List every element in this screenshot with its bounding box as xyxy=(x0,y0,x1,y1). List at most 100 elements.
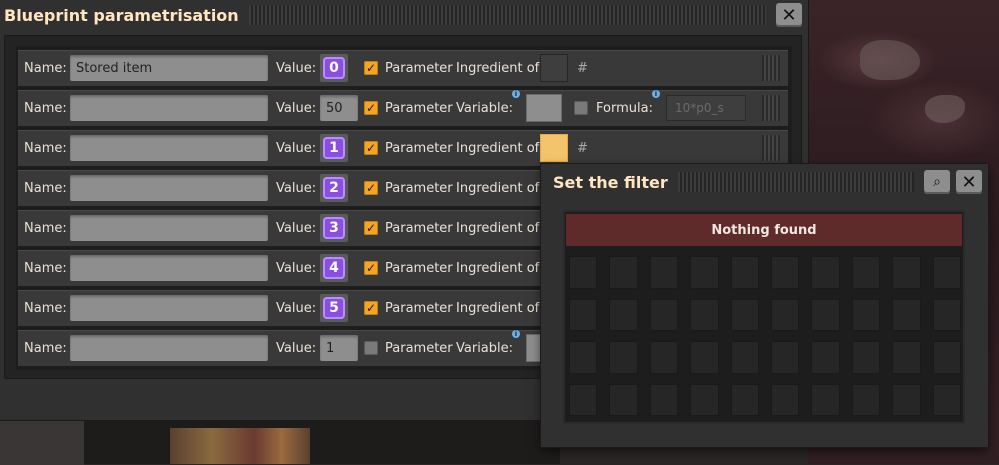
filter-slot[interactable] xyxy=(730,298,759,331)
filter-slot[interactable] xyxy=(892,341,921,374)
parameter-label: Parameter xyxy=(385,300,453,316)
rock-decoration xyxy=(860,40,920,80)
filter-slot[interactable] xyxy=(892,383,921,416)
name-label: Name: xyxy=(24,340,67,356)
filter-slot[interactable] xyxy=(932,256,961,289)
name-input[interactable] xyxy=(70,295,268,321)
empty-results-banner: Nothing found xyxy=(566,214,962,246)
filter-slot[interactable] xyxy=(730,383,759,416)
name-input[interactable]: Stored item xyxy=(70,55,268,81)
filter-slot[interactable] xyxy=(932,341,961,374)
name-input[interactable] xyxy=(70,175,268,201)
filter-slot[interactable] xyxy=(811,383,840,416)
formula-input[interactable]: 10*p0_s xyxy=(666,95,746,121)
filter-slot[interactable] xyxy=(932,383,961,416)
filter-slot[interactable] xyxy=(770,298,800,331)
window-titlebar[interactable]: Blueprint parametrisation ✕ xyxy=(0,0,808,30)
filter-slot[interactable] xyxy=(892,298,921,331)
filter-slot[interactable] xyxy=(730,341,759,374)
signal-value-icon[interactable]: 5 xyxy=(320,294,348,322)
extra-label: Ingredient of: xyxy=(456,180,544,196)
filter-slot[interactable] xyxy=(569,383,598,416)
filter-slot[interactable] xyxy=(690,256,719,289)
drag-handle[interactable] xyxy=(677,172,914,192)
filter-panel: Nothing found xyxy=(563,210,965,424)
row-drag-grip[interactable] xyxy=(762,135,780,161)
name-label: Name: xyxy=(24,140,67,156)
ingredient-slot[interactable] xyxy=(540,134,568,162)
close-icon: ✕ xyxy=(961,171,977,193)
parameter-checkbox[interactable] xyxy=(364,301,378,315)
filter-slot[interactable] xyxy=(690,298,719,331)
drag-handle[interactable] xyxy=(248,5,766,25)
filter-slot[interactable] xyxy=(770,256,800,289)
parameter-checkbox[interactable] xyxy=(364,61,378,75)
filter-slot[interactable] xyxy=(851,298,881,331)
info-icon: i xyxy=(652,90,660,98)
row-drag-grip[interactable] xyxy=(762,95,780,121)
set-filter-window: Set the filter ⌕ ✕ Nothing found xyxy=(541,164,988,447)
parameter-checkbox[interactable] xyxy=(364,101,378,115)
filter-slot[interactable] xyxy=(811,298,840,331)
signal-value-icon[interactable]: 3 xyxy=(320,214,348,242)
filter-slot[interactable] xyxy=(690,383,719,416)
parameter-row: Name:Stored item Value: 0 ParameterIngredie… xyxy=(18,50,788,86)
filter-slot[interactable] xyxy=(770,383,800,416)
formula-checkbox[interactable] xyxy=(574,101,588,115)
extra-label: Ingredient of: xyxy=(456,220,544,236)
filter-slot[interactable] xyxy=(892,256,921,289)
parameter-checkbox[interactable] xyxy=(364,261,378,275)
filter-slot[interactable] xyxy=(851,383,881,416)
filter-slot[interactable] xyxy=(569,298,598,331)
ingredient-slot[interactable] xyxy=(540,54,568,82)
value-input[interactable]: 50 xyxy=(320,95,358,121)
filter-slot[interactable] xyxy=(811,256,840,289)
filter-slot[interactable] xyxy=(851,341,881,374)
search-button[interactable]: ⌕ xyxy=(924,170,950,194)
parameter-checkbox[interactable] xyxy=(364,141,378,155)
name-input[interactable] xyxy=(70,255,268,281)
name-input[interactable] xyxy=(70,135,268,161)
parameter-checkbox[interactable] xyxy=(364,221,378,235)
signal-value-icon[interactable]: 2 xyxy=(320,174,348,202)
name-input[interactable] xyxy=(70,335,268,361)
parameter-row: Name: Value: 1 ParameterIngredient of: # xyxy=(18,130,788,166)
info-icon: i xyxy=(512,90,520,98)
filter-slot[interactable] xyxy=(690,341,719,374)
close-button[interactable]: ✕ xyxy=(956,170,982,194)
filter-slot[interactable] xyxy=(609,341,638,374)
signal-value-icon[interactable]: 0 xyxy=(320,54,348,82)
parameter-checkbox[interactable] xyxy=(364,341,378,355)
filter-slot[interactable] xyxy=(649,341,679,374)
parameter-checkbox[interactable] xyxy=(364,181,378,195)
filter-slot[interactable] xyxy=(770,341,800,374)
filter-slot[interactable] xyxy=(649,298,679,331)
filter-slot[interactable] xyxy=(811,341,840,374)
filter-slot[interactable] xyxy=(649,383,679,416)
name-input[interactable] xyxy=(70,95,268,121)
window-titlebar[interactable]: Set the filter ⌕ ✕ xyxy=(541,164,988,200)
filter-slot[interactable] xyxy=(569,256,598,289)
filter-slot[interactable] xyxy=(649,256,679,289)
name-label: Name: xyxy=(24,60,67,76)
value-input[interactable]: 1 xyxy=(320,335,358,361)
close-button[interactable]: ✕ xyxy=(776,3,802,27)
value-label: Value: xyxy=(276,300,317,316)
row-drag-grip[interactable] xyxy=(762,55,780,81)
variable-slot[interactable] xyxy=(526,94,562,122)
filter-slot[interactable] xyxy=(609,298,638,331)
filter-slot[interactable] xyxy=(569,341,598,374)
window-title: Set the filter xyxy=(553,172,668,192)
filter-slot[interactable] xyxy=(932,298,961,331)
filter-slot[interactable] xyxy=(730,256,759,289)
filter-slot[interactable] xyxy=(609,383,638,416)
signal-badge: 2 xyxy=(323,177,345,199)
signal-value-icon[interactable]: 1 xyxy=(320,134,348,162)
name-input[interactable] xyxy=(70,215,268,241)
parameter-label: Parameter xyxy=(385,60,453,76)
signal-value-icon[interactable]: 4 xyxy=(320,254,348,282)
extra-label: Ingredient of: xyxy=(456,140,544,156)
search-icon: ⌕ xyxy=(933,174,941,190)
filter-slot[interactable] xyxy=(851,256,881,289)
filter-slot[interactable] xyxy=(609,256,638,289)
